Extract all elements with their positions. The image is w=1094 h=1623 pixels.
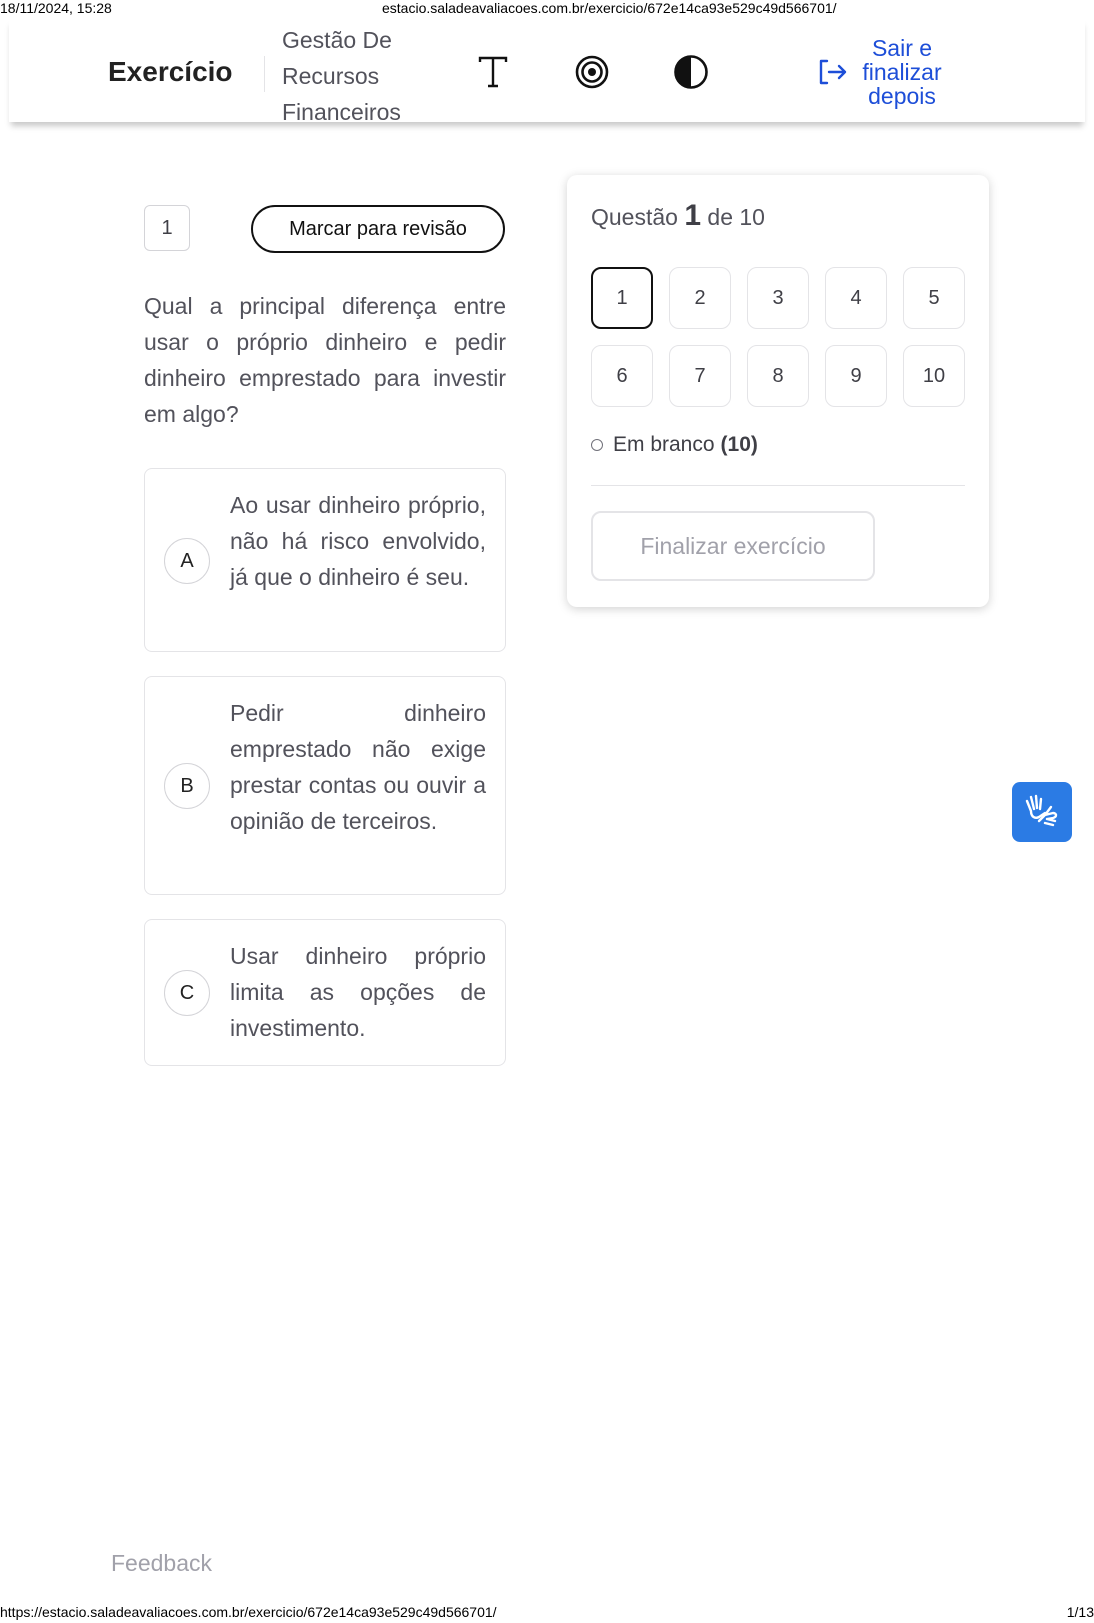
title-divider xyxy=(264,56,265,92)
option-letter: B xyxy=(164,763,210,809)
course-name: Gestão De Recursos Financeiros xyxy=(282,27,401,125)
panel-title-prefix: Questão xyxy=(591,204,678,230)
option-text: Ao usar dinheiro próprio, não há risco e… xyxy=(230,492,486,590)
feedback-link[interactable]: Feedback xyxy=(111,1550,212,1577)
option-b[interactable]: B Pedir dinheiro emprestado não exige pr… xyxy=(144,676,506,895)
question-button-7[interactable]: 7 xyxy=(669,345,731,407)
question-button-4[interactable]: 4 xyxy=(825,267,887,329)
question-button-8[interactable]: 8 xyxy=(747,345,809,407)
question-button-5[interactable]: 5 xyxy=(903,267,965,329)
print-date: 18/11/2024, 15:28 xyxy=(0,0,112,16)
page-title: Exercício xyxy=(108,56,233,87)
status-dot-icon xyxy=(591,439,603,451)
target-icon[interactable] xyxy=(572,52,612,92)
top-bar: Exercício Gestão De Recursos Financeiros… xyxy=(9,18,1085,125)
option-text: Usar dinheiro próprio limita as opções d… xyxy=(230,943,486,1041)
print-footer: https://estacio.saladeavaliacoes.com.br/… xyxy=(0,1604,1094,1622)
exit-label: Sair e finalizar depois xyxy=(862,35,942,109)
option-text: Pedir dinheiro emprestado não exige pres… xyxy=(230,700,486,834)
current-question: 1 xyxy=(684,199,702,232)
mark-for-review-button[interactable]: Marcar para revisão xyxy=(251,205,505,253)
status-label: Em branco xyxy=(613,433,715,456)
blank-status: Em branco (10) xyxy=(591,433,758,457)
print-page-number: 1/13 xyxy=(1066,1604,1094,1620)
option-a[interactable]: A Ao usar dinheiro próprio, não há risco… xyxy=(144,468,506,652)
question-button-10[interactable]: 10 xyxy=(903,345,965,407)
print-url: estacio.saladeavaliacoes.com.br/exercici… xyxy=(382,0,837,16)
question-number: 1 xyxy=(144,205,190,251)
status-count: (10) xyxy=(720,433,758,456)
exit-later-button[interactable]: Sair e finalizar depois xyxy=(809,36,1009,108)
text-size-icon[interactable] xyxy=(473,52,513,92)
question-button-2[interactable]: 2 xyxy=(669,267,731,329)
print-footer-url: https://estacio.saladeavaliacoes.com.br/… xyxy=(0,1604,497,1620)
option-c[interactable]: C Usar dinheiro próprio limita as opções… xyxy=(144,919,506,1066)
contrast-icon[interactable] xyxy=(671,52,711,92)
question-button-3[interactable]: 3 xyxy=(747,267,809,329)
sign-language-icon xyxy=(1023,791,1061,834)
question-button-1[interactable]: 1 xyxy=(591,267,653,329)
exit-icon xyxy=(817,58,847,91)
finish-exercise-button[interactable]: Finalizar exercício xyxy=(591,511,875,581)
panel-title-suffix: de 10 xyxy=(707,204,765,230)
panel-divider xyxy=(591,485,965,486)
option-letter: A xyxy=(164,538,210,584)
question-button-6[interactable]: 6 xyxy=(591,345,653,407)
print-header: 18/11/2024, 15:28 estacio.saladeavaliaco… xyxy=(0,0,1094,18)
question-text: Qual a principal diferença entre usar o … xyxy=(144,293,506,427)
panel-title: Questão 1 de 10 xyxy=(591,199,765,233)
option-letter: C xyxy=(164,970,210,1016)
question-button-9[interactable]: 9 xyxy=(825,345,887,407)
sign-language-button[interactable] xyxy=(1012,782,1072,842)
question-navigator-panel: Questão 1 de 10 1 2 3 4 5 6 7 8 9 10 Em … xyxy=(567,175,989,607)
